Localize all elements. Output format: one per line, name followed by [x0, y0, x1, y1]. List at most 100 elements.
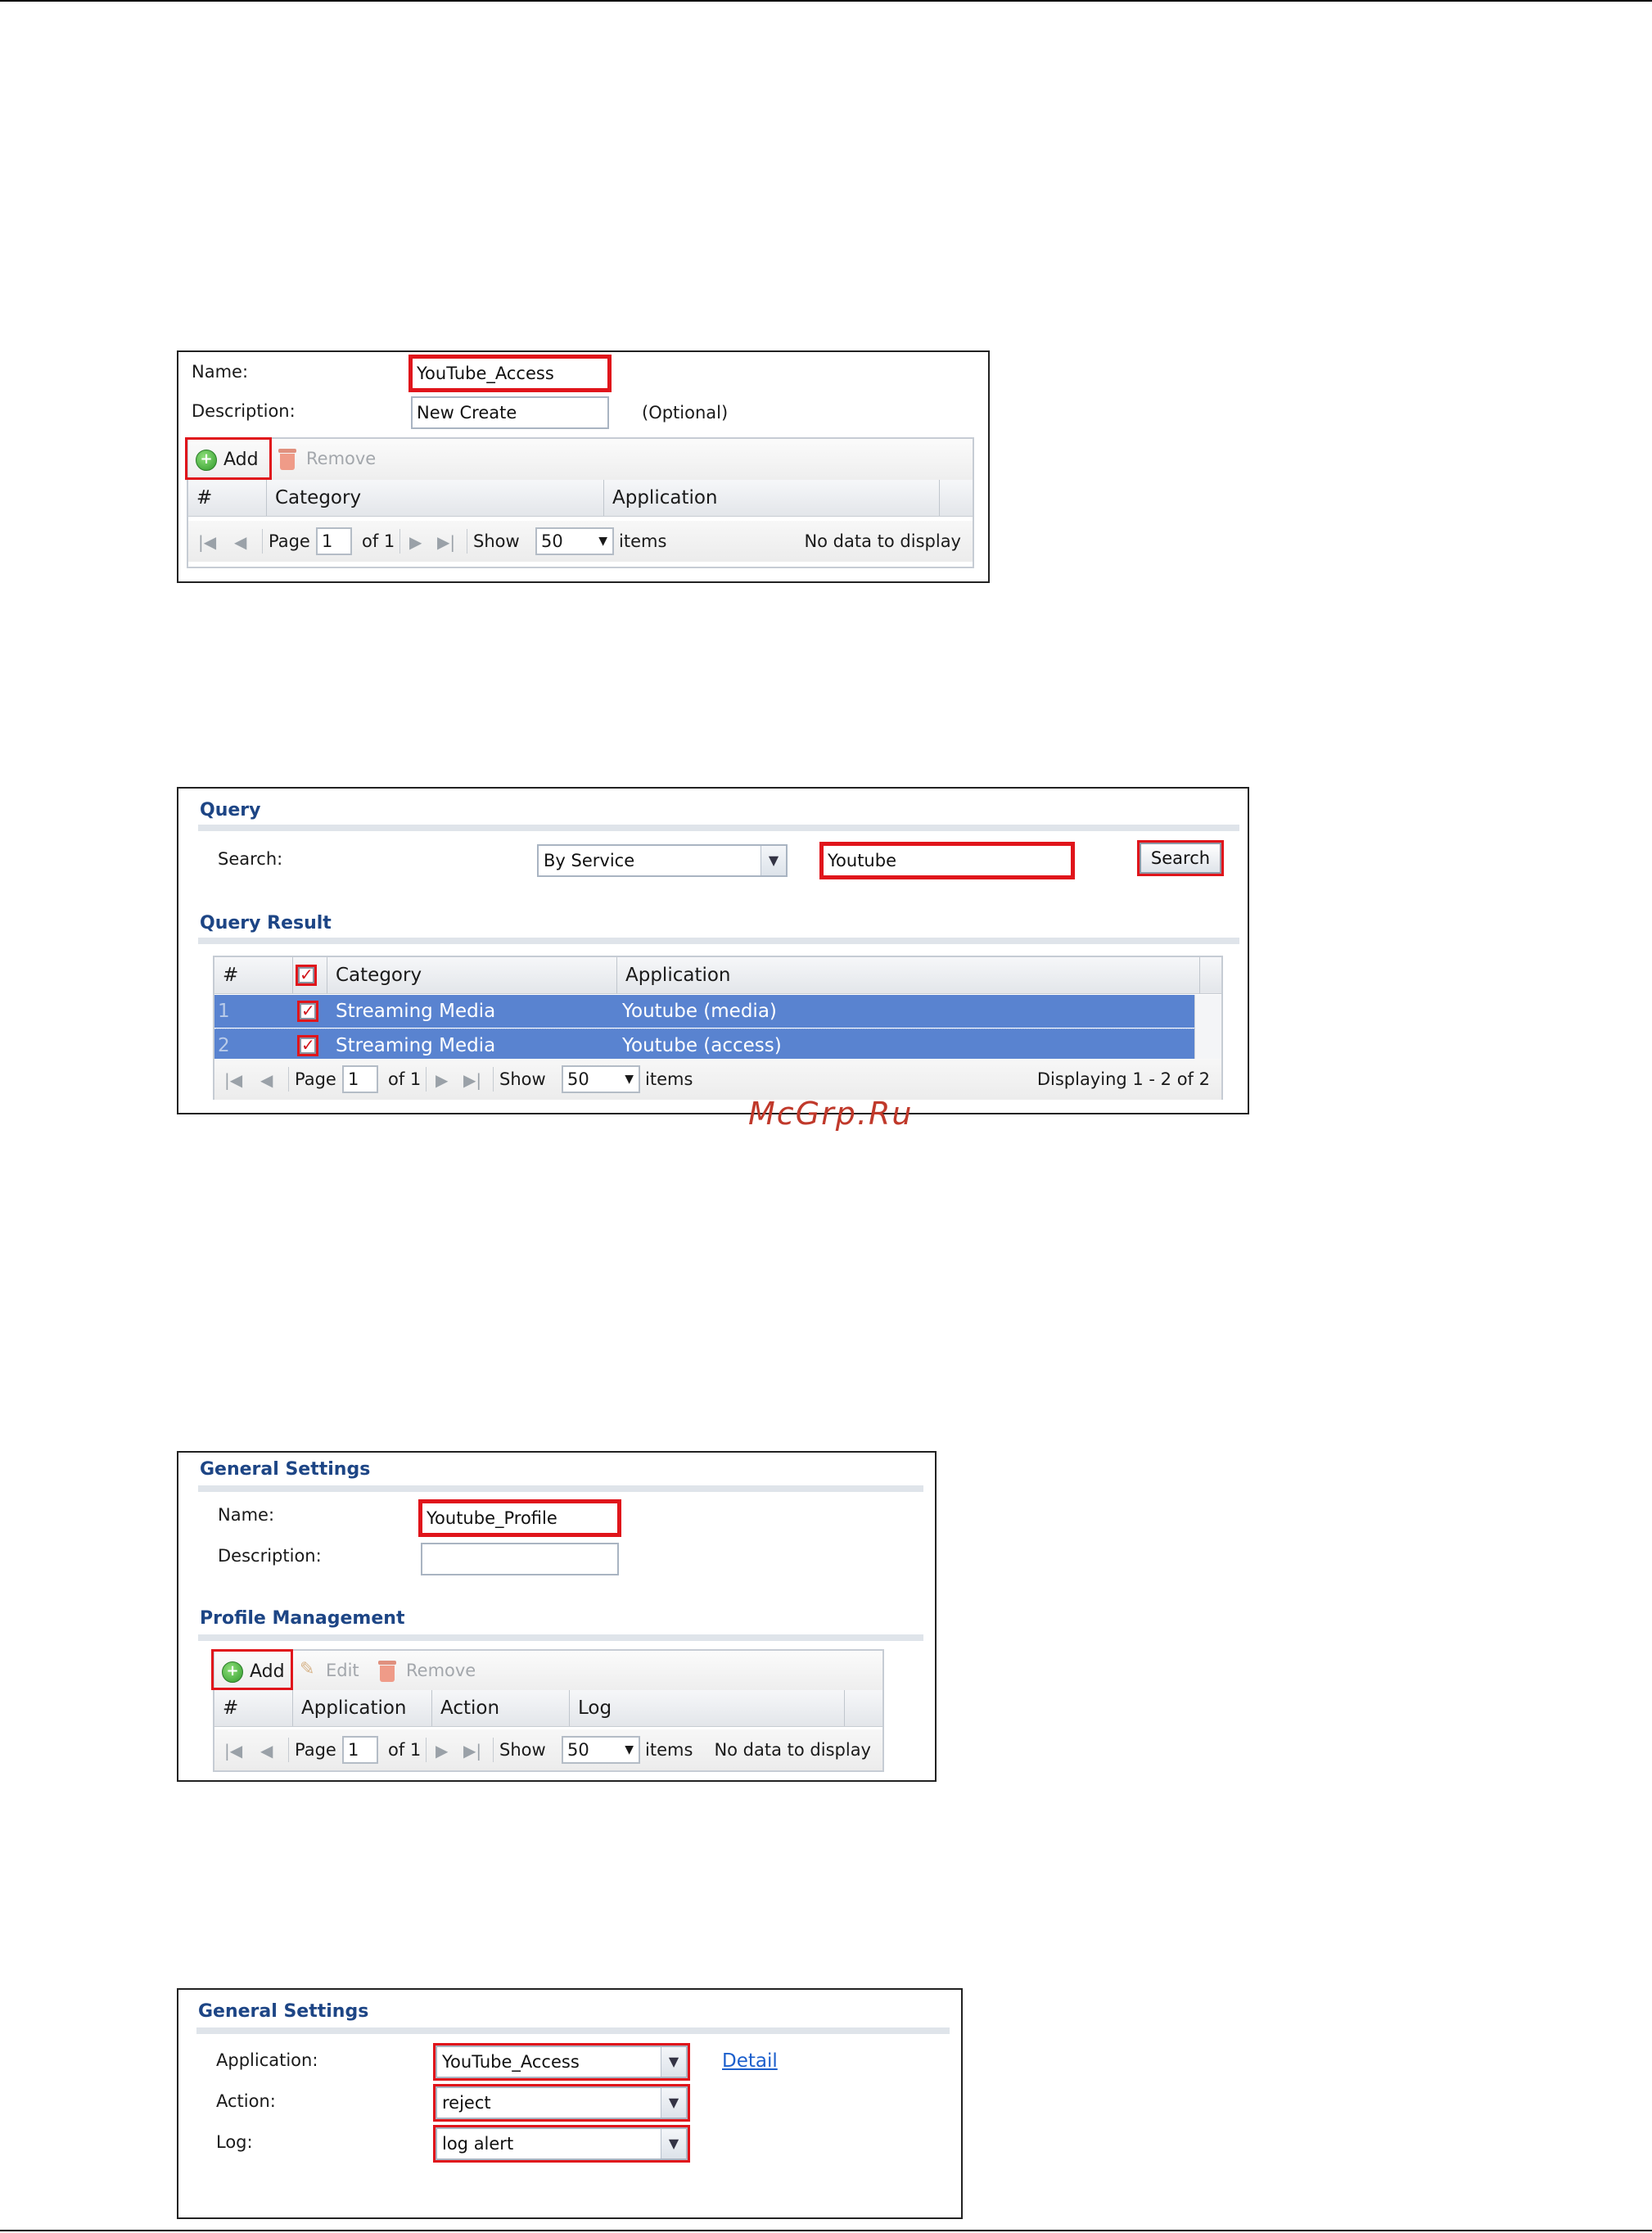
trash-icon	[378, 1661, 396, 1682]
row-application: Youtube (media)	[622, 1001, 777, 1022]
page-label: Page	[269, 531, 310, 551]
action-select[interactable]: reject ▼	[433, 2084, 690, 2122]
name-input[interactable]: Youtube_Profile	[418, 1499, 621, 1537]
optional-hint: (Optional)	[642, 403, 729, 423]
column-header-number[interactable]: #	[214, 957, 293, 993]
policy-panel: General Settings Application: YouTube_Ac…	[177, 1988, 963, 2219]
page-total: of 1	[388, 1740, 422, 1760]
column-header-category[interactable]: Category	[327, 957, 617, 993]
pager-status: No data to display	[714, 1740, 871, 1760]
application-select[interactable]: YouTube_Access ▼	[433, 2043, 690, 2081]
page-size-value: 50	[567, 1740, 589, 1760]
column-header-application[interactable]: Application	[293, 1690, 432, 1726]
chevron-down-icon: ▼	[598, 535, 607, 548]
page-size-select[interactable]: 50 ▼	[562, 1065, 640, 1093]
items-label: items	[619, 531, 667, 551]
prev-page-icon[interactable]: ◀	[260, 1741, 273, 1761]
log-value: log alert	[442, 2134, 514, 2154]
prev-page-icon[interactable]: ◀	[260, 1070, 273, 1090]
edit-label: Edit	[326, 1661, 359, 1680]
add-button[interactable]: + Add	[211, 1649, 293, 1690]
remove-label: Remove	[306, 449, 377, 468]
description-input[interactable]: New Create	[411, 396, 609, 429]
table-pager: |◀ ◀ Page 1 of 1 ▶ ▶| Show 50 ▼ items No …	[188, 521, 973, 562]
show-label: Show	[473, 531, 520, 551]
row-number: 2	[218, 1035, 230, 1056]
general-settings-title: General Settings	[200, 1459, 371, 1480]
page-input[interactable]: 1	[316, 527, 352, 555]
add-icon: +	[196, 450, 217, 471]
last-page-icon[interactable]: ▶|	[437, 532, 455, 552]
first-page-icon[interactable]: |◀	[198, 532, 216, 552]
add-label: Add	[250, 1661, 285, 1682]
items-label: items	[645, 1740, 693, 1760]
application-object-panel: Name: YouTube_Access Description: New Cr…	[177, 350, 990, 583]
page-label: Page	[295, 1069, 336, 1089]
chevron-down-icon: ▼	[661, 2129, 686, 2158]
pager-status: Displaying 1 - 2 of 2	[1036, 1069, 1210, 1089]
table-header: # Application Action Log	[214, 1690, 882, 1727]
column-header-log[interactable]: Log	[570, 1690, 845, 1726]
table-header: # Category Application	[188, 480, 973, 517]
last-page-icon[interactable]: ▶|	[463, 1070, 481, 1090]
edit-button[interactable]: ✎ Edit	[300, 1659, 365, 1684]
description-label: Description:	[192, 401, 296, 421]
application-value: YouTube_Access	[442, 2052, 580, 2072]
page-size-select[interactable]: 50 ▼	[562, 1736, 640, 1764]
table-scrollbar[interactable]	[1194, 995, 1221, 1062]
page-total: of 1	[362, 531, 395, 551]
first-page-icon[interactable]: |◀	[224, 1070, 242, 1090]
row-category: Streaming Media	[336, 1001, 496, 1022]
first-page-icon[interactable]: |◀	[224, 1741, 242, 1761]
search-input[interactable]: Youtube	[819, 842, 1075, 879]
search-button[interactable]: Search	[1137, 840, 1224, 876]
column-header-application[interactable]: Application	[604, 480, 940, 516]
top-rule	[0, 0, 1652, 2]
select-all-checkbox[interactable]: ✓	[296, 965, 317, 986]
remove-button[interactable]: Remove	[378, 1659, 476, 1684]
detail-link[interactable]: Detail	[722, 2050, 778, 2072]
search-type-select[interactable]: By Service ▼	[537, 844, 788, 877]
column-header-category[interactable]: Category	[267, 480, 604, 516]
next-page-icon[interactable]: ▶	[409, 532, 422, 552]
remove-label: Remove	[406, 1661, 476, 1680]
page-size-value: 50	[541, 531, 563, 551]
column-header-application[interactable]: Application	[617, 957, 1200, 993]
query-panel: Query Search: By Service ▼ Youtube Searc…	[177, 787, 1249, 1114]
pager-status: No data to display	[804, 531, 961, 551]
query-result-table: # ✓ Category Application 1 ✓ Streaming M…	[213, 956, 1223, 1100]
action-value: reject	[442, 2093, 491, 2113]
row-checkbox[interactable]: ✓	[297, 1001, 318, 1022]
page-input[interactable]: 1	[342, 1736, 378, 1764]
remove-button[interactable]: Remove	[278, 447, 377, 472]
page-total: of 1	[388, 1069, 422, 1089]
add-button[interactable]: + Add	[185, 437, 272, 480]
general-settings-divider	[198, 1485, 923, 1492]
row-application: Youtube (access)	[622, 1035, 782, 1056]
column-header-select-all[interactable]: ✓	[293, 957, 327, 993]
column-header-number[interactable]: #	[188, 480, 267, 516]
query-result-divider	[198, 938, 1239, 944]
log-label: Log:	[216, 2132, 253, 2152]
table-row[interactable]: 2 ✓ Streaming Media Youtube (access)	[214, 1028, 1195, 1062]
page-size-select[interactable]: 50 ▼	[535, 527, 614, 555]
column-header-action[interactable]: Action	[432, 1690, 570, 1726]
profile-management-title: Profile Management	[200, 1608, 405, 1629]
search-type-value: By Service	[544, 851, 635, 870]
row-checkbox[interactable]: ✓	[297, 1035, 318, 1056]
chevron-down-icon: ▼	[761, 846, 786, 875]
general-settings-divider	[196, 2027, 950, 2034]
next-page-icon[interactable]: ▶	[436, 1070, 448, 1090]
description-input[interactable]	[421, 1543, 619, 1575]
prev-page-icon[interactable]: ◀	[234, 532, 246, 552]
table-row[interactable]: 1 ✓ Streaming Media Youtube (media)	[214, 995, 1195, 1028]
next-page-icon[interactable]: ▶	[436, 1741, 448, 1761]
log-select[interactable]: log alert ▼	[433, 2125, 690, 2163]
search-label: Search:	[218, 849, 283, 869]
name-input[interactable]: YouTube_Access	[408, 355, 612, 392]
chevron-down-icon: ▼	[661, 2047, 686, 2077]
show-label: Show	[499, 1069, 546, 1089]
last-page-icon[interactable]: ▶|	[463, 1741, 481, 1761]
page-input[interactable]: 1	[342, 1065, 378, 1093]
column-header-number[interactable]: #	[214, 1690, 293, 1726]
